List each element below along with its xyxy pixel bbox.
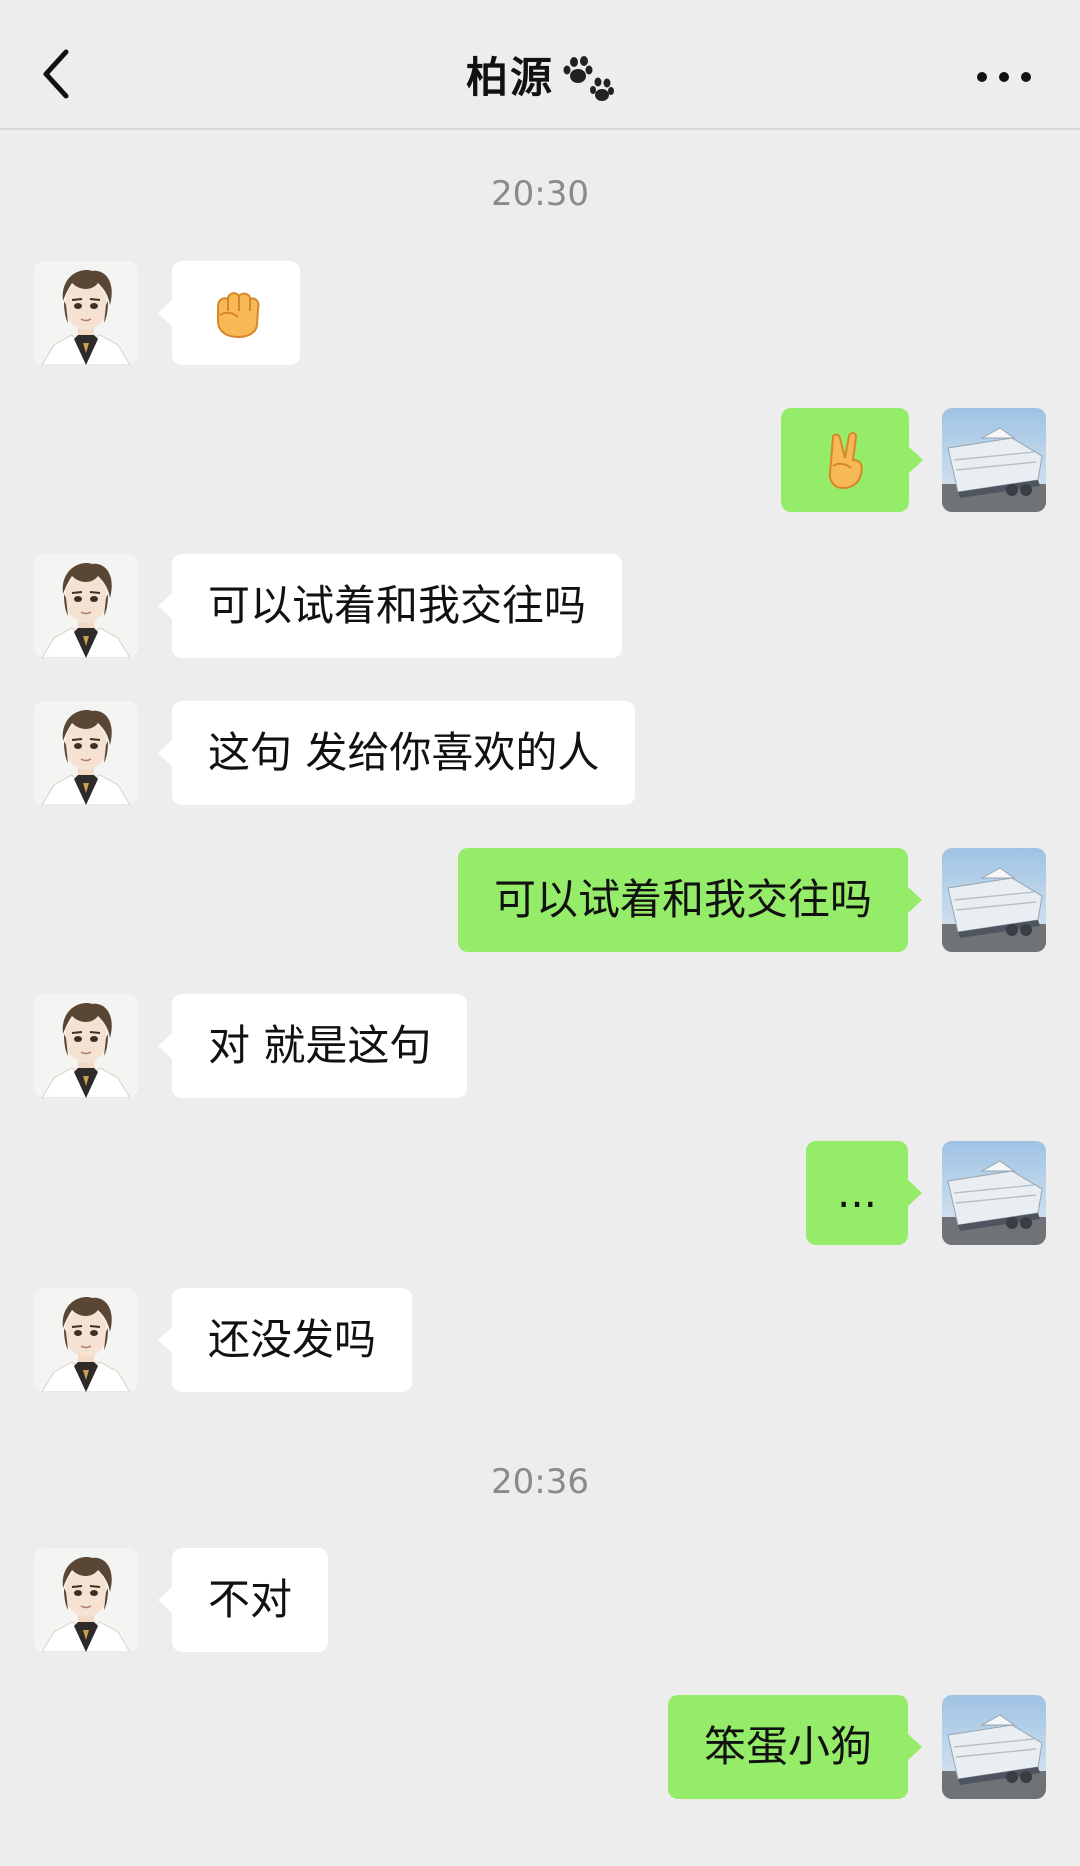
message-bubble-incoming[interactable]: 这句 发给你喜欢的人 [157, 701, 636, 805]
timestamp: 20:30 [491, 174, 589, 214]
paw-prints-icon [563, 55, 614, 101]
contact-avatar[interactable] [34, 1288, 138, 1392]
victory-hand-icon [781, 408, 909, 512]
message-bubble-outgoing[interactable]: 笨蛋小狗 [667, 1695, 923, 1799]
contact-avatar[interactable] [34, 1548, 138, 1652]
chat-title[interactable]: 柏源 [0, 44, 1080, 106]
message-bubble-incoming[interactable]: 不对 [157, 1548, 329, 1652]
contact-avatar[interactable] [34, 701, 138, 805]
message-bubble-outgoing[interactable] [781, 408, 923, 512]
contact-name: 柏源 [465, 53, 554, 102]
message-bubble-outgoing[interactable]: ... [806, 1141, 922, 1245]
message-bubble-incoming[interactable]: 对 就是这句 [157, 994, 468, 1098]
my-avatar[interactable] [942, 1141, 1046, 1245]
contact-avatar[interactable] [34, 994, 138, 1098]
message-bubble-incoming[interactable]: 还没发吗 [157, 1288, 413, 1392]
ellipsis-icon[interactable] [974, 62, 1034, 92]
message-bubble-outgoing[interactable]: 可以试着和我交往吗 [457, 848, 923, 952]
chat-header: 柏源 [0, 0, 1080, 130]
contact-avatar[interactable] [34, 261, 138, 365]
my-avatar[interactable] [942, 848, 1046, 952]
contact-avatar[interactable] [34, 554, 138, 658]
raised-fist-icon [172, 261, 300, 365]
my-avatar[interactable] [942, 408, 1046, 512]
my-avatar[interactable] [942, 1695, 1046, 1799]
message-bubble-incoming[interactable] [158, 261, 300, 365]
message-bubble-incoming[interactable]: 可以试着和我交往吗 [157, 554, 623, 658]
timestamp: 20:36 [491, 1462, 589, 1502]
